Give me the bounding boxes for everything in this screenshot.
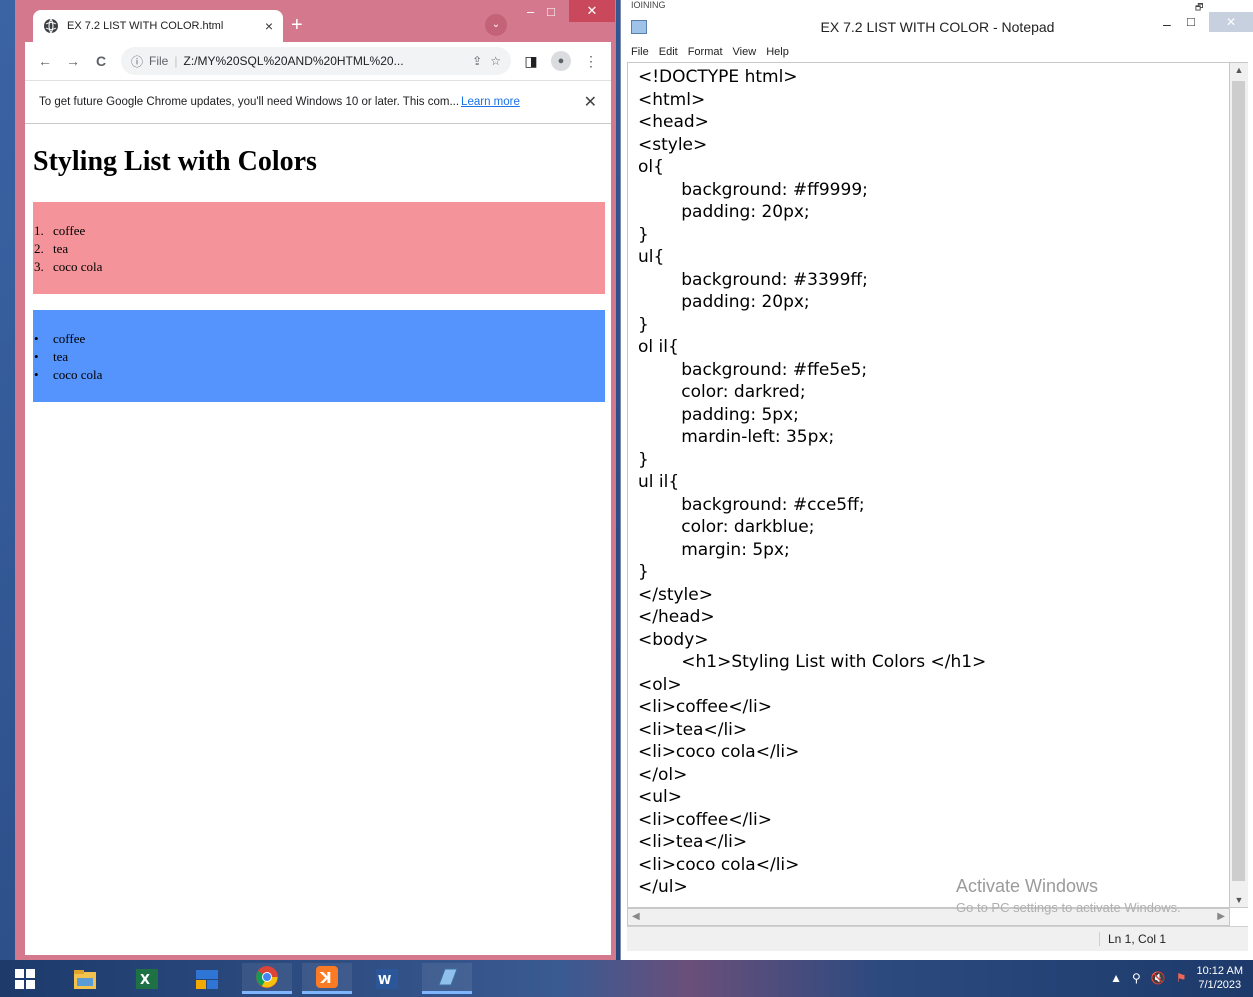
taskbar-chrome[interactable] [242,963,292,994]
system-tray: ▲ ⚲ 🔇 ⚑ 10:12 AM 7/1/2023 [1110,964,1243,992]
chrome-icon [256,966,278,988]
list-item: 2. tea [34,241,69,256]
ordered-list: 1. coffee 2. tea 3. coco cola [33,202,605,294]
background-window-strip: IOINING 🗗 [621,0,1253,12]
windows-logo-icon [15,968,35,989]
volume-muted-icon[interactable]: 🔇 [1151,971,1166,985]
svg-text:W: W [378,973,391,987]
taskbar: X ꓘ W ▲ ⚲ 🔇 ⚑ 10:12 AM 7/1/2023 [0,960,1253,997]
reload-button[interactable]: C [87,53,115,69]
chrome-menu-icon[interactable]: ⋮ [577,53,605,70]
scrollbar-thumb[interactable] [1232,81,1245,881]
page-viewport: Styling List with Colors 1. coffee 2. tea … [25,124,611,955]
maximize-button[interactable]: □ [547,4,555,19]
learn-more-link[interactable]: Learn more [461,96,520,108]
notepad-text-area[interactable]: <!DOCTYPE html> <html> <head> <style> ol… [627,62,1230,908]
clock[interactable]: 10:12 AM 7/1/2023 [1197,964,1243,992]
taskbar-xampp[interactable]: ꓘ [302,963,352,994]
tab-search-button[interactable]: ⌄ [485,14,507,36]
source-code-text[interactable]: <!DOCTYPE html> <html> <head> <style> ol… [628,63,1229,899]
activate-windows-subtitle: Go to PC settings to activate Windows. [956,900,1181,915]
tab-strip: EX 7.2 LIST WITH COLOR.html × + ⌄ – □ ✕ [15,0,616,42]
url-separator: | [174,54,178,68]
svg-text:X: X [140,973,150,988]
notepad-titlebar: EX 7.2 LIST WITH COLOR - Notepad – □ ✕ [621,12,1253,42]
menu-edit[interactable]: Edit [659,46,678,58]
browser-toolbar: ← → C ⓘ File | Z:/MY%20SQL%20AND%20HTML%… [25,42,611,80]
bookmark-star-icon[interactable]: ☆ [490,54,501,68]
browser-tab[interactable]: EX 7.2 LIST WITH COLOR.html × [33,10,283,42]
clock-date: 7/1/2023 [1198,979,1242,991]
excel-icon: X [136,968,158,989]
file-explorer-icon [74,969,96,989]
infobar-message: To get future Google Chrome updates, you… [39,96,460,108]
list-item: • tea [34,349,69,364]
page-heading: Styling List with Colors [33,146,317,177]
info-icon[interactable]: ⓘ [131,53,143,70]
activate-windows-title: Activate Windows [956,876,1099,896]
network-icon[interactable]: ⚲ [1132,971,1141,985]
action-center-flag-icon[interactable]: ⚑ [1176,971,1187,985]
taskbar-notepad[interactable] [422,963,472,994]
unordered-list: • coffee • tea • coco cola [33,310,605,402]
cursor-position: Ln 1, Col 1 [1099,932,1166,946]
app-tiles-icon [196,969,218,989]
list-item: 3. coco cola [34,259,103,274]
url-scheme: File [149,54,169,68]
notepad-maximize-button[interactable]: □ [1187,14,1195,29]
update-infobar: To get future Google Chrome updates, you… [25,80,611,124]
menu-file[interactable]: File [631,46,649,58]
taskbar-app-blue[interactable] [182,963,232,994]
taskbar-file-explorer[interactable] [60,963,110,994]
scroll-left-icon[interactable]: ◀ [632,911,640,922]
infobar-close-icon[interactable]: ✕ [584,92,597,112]
notepad-window: IOINING 🗗 EX 7.2 LIST WITH COLOR - Notep… [620,0,1253,960]
tray-expand-icon[interactable]: ▲ [1110,971,1122,985]
menu-help[interactable]: Help [766,46,789,58]
xampp-icon: ꓘ [316,966,338,988]
notepad-statusbar: Ln 1, Col 1 [627,926,1248,951]
start-button[interactable] [0,963,50,994]
background-window-title: IOINING [631,0,666,10]
profile-avatar[interactable]: ● [551,51,571,71]
notepad-title: EX 7.2 LIST WITH COLOR - Notepad [820,19,1055,35]
forward-button[interactable]: → [59,53,87,69]
notepad-close-button[interactable]: ✕ [1209,12,1253,32]
notepad-icon [438,968,458,986]
new-tab-button[interactable]: + [291,15,303,35]
close-window-button[interactable]: ✕ [569,0,615,22]
notepad-menubar: File Edit Format View Help [621,42,1253,62]
globe-icon [44,18,58,34]
word-icon: W [376,968,398,989]
list-item: • coco cola [34,367,103,382]
tab-title: EX 7.2 LIST WITH COLOR.html [67,20,224,32]
list-item: • coffee [34,331,86,346]
scroll-up-icon[interactable]: ▲ [1230,65,1248,75]
scroll-right-icon[interactable]: ▶ [1217,911,1225,922]
svg-text:ꓘ: ꓘ [319,969,332,987]
minimize-button[interactable]: – [527,4,534,19]
side-panel-icon[interactable]: ◨ [517,53,545,70]
back-button[interactable]: ← [31,53,59,69]
taskbar-word[interactable]: W [362,963,412,994]
chrome-window: EX 7.2 LIST WITH COLOR.html × + ⌄ – □ ✕ … [15,0,616,960]
scroll-down-icon[interactable]: ▼ [1230,895,1248,905]
list-item: 1. coffee [34,223,86,238]
taskbar-excel[interactable]: X [122,963,172,994]
tab-close-icon[interactable]: × [265,18,273,34]
url-text[interactable]: Z:/MY%20SQL%20AND%20HTML%20... [183,54,464,68]
vertical-scrollbar[interactable]: ▲ ▼ [1230,62,1248,908]
clock-time: 10:12 AM [1196,965,1243,977]
notepad-minimize-button[interactable]: – [1163,16,1171,32]
menu-view[interactable]: View [733,46,757,58]
address-bar[interactable]: ⓘ File | Z:/MY%20SQL%20AND%20HTML%20... … [121,47,511,75]
menu-format[interactable]: Format [688,46,723,58]
share-icon[interactable]: ⇪ [472,54,482,68]
